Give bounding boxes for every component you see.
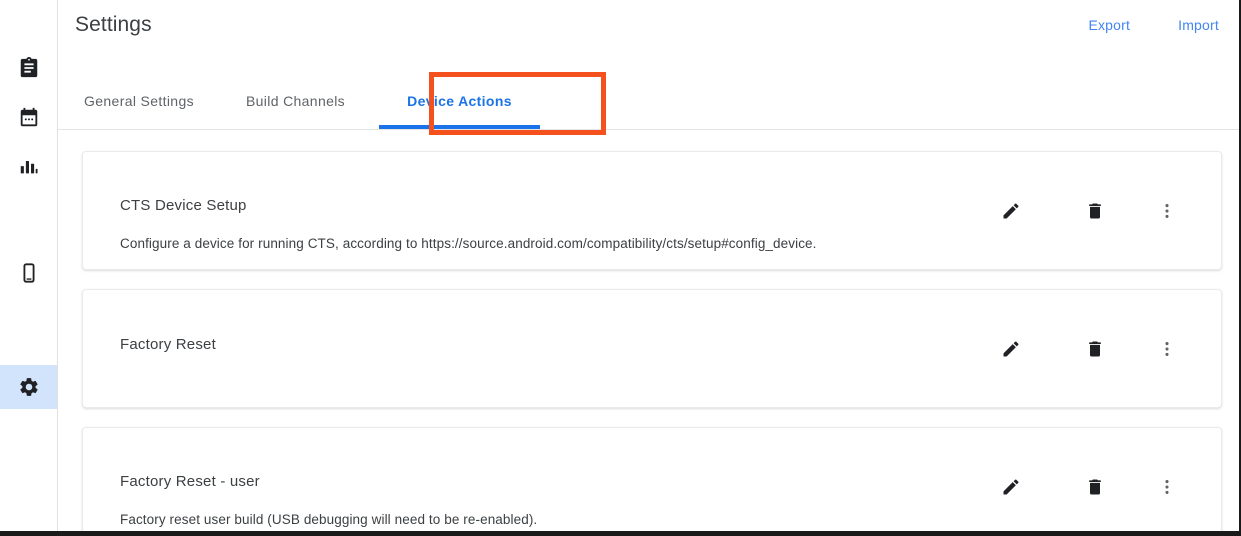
device-icon (18, 262, 40, 284)
more-options-button[interactable] (1145, 327, 1189, 371)
page-header: Settings Export Import General Settings … (58, 0, 1239, 135)
edit-button[interactable] (989, 189, 1033, 233)
sidebar-item-settings[interactable] (0, 365, 57, 409)
main-area: Settings Export Import General Settings … (58, 0, 1239, 531)
trash-icon (1085, 339, 1105, 359)
calendar-icon (18, 107, 40, 129)
more-options-button[interactable] (1145, 465, 1189, 509)
header-actions: Export Import (1088, 17, 1219, 33)
more-vert-icon (1157, 201, 1177, 221)
sidebar-item-test-runs[interactable] (0, 46, 57, 90)
delete-button[interactable] (1073, 327, 1117, 371)
page-title: Settings (75, 13, 152, 36)
pencil-icon (1001, 477, 1021, 497)
device-actions-list-panel: CTS Device Setup Configure a device for … (58, 130, 1239, 531)
export-button[interactable]: Export (1088, 17, 1130, 33)
pencil-icon (1001, 339, 1021, 359)
bar-chart-icon (18, 156, 40, 178)
settings-page: Settings Export Import General Settings … (0, 0, 1241, 536)
tab-build-channels[interactable]: Build Channels (220, 72, 371, 129)
edit-button[interactable] (989, 465, 1033, 509)
more-vert-icon (1157, 339, 1177, 359)
list-item[interactable]: Factory Reset (82, 289, 1222, 408)
tab-general-settings[interactable]: General Settings (58, 72, 220, 129)
edit-button[interactable] (989, 327, 1033, 371)
left-nav-rail (0, 0, 58, 531)
device-actions-list: CTS Device Setup Configure a device for … (58, 130, 1239, 531)
device-action-buttons (989, 152, 1221, 269)
trash-icon (1085, 201, 1105, 221)
tab-device-actions[interactable]: Device Actions (371, 72, 548, 129)
sidebar-item-devices[interactable] (0, 251, 57, 295)
device-action-buttons (989, 290, 1221, 407)
clipboard-icon (18, 57, 40, 79)
list-item[interactable]: CTS Device Setup Configure a device for … (82, 151, 1222, 270)
tab-bar: General Settings Build Channels Device A… (58, 72, 548, 129)
delete-button[interactable] (1073, 189, 1117, 233)
delete-button[interactable] (1073, 465, 1117, 509)
device-action-buttons (989, 428, 1221, 531)
list-item[interactable]: Factory Reset - user Factory reset user … (82, 427, 1222, 531)
more-options-button[interactable] (1145, 189, 1189, 233)
trash-icon (1085, 477, 1105, 497)
pencil-icon (1001, 201, 1021, 221)
more-vert-icon (1157, 477, 1177, 497)
import-button[interactable]: Import (1178, 17, 1219, 33)
gear-icon (18, 376, 40, 398)
sidebar-item-reports[interactable] (0, 145, 57, 189)
sidebar-item-schedules[interactable] (0, 96, 57, 140)
